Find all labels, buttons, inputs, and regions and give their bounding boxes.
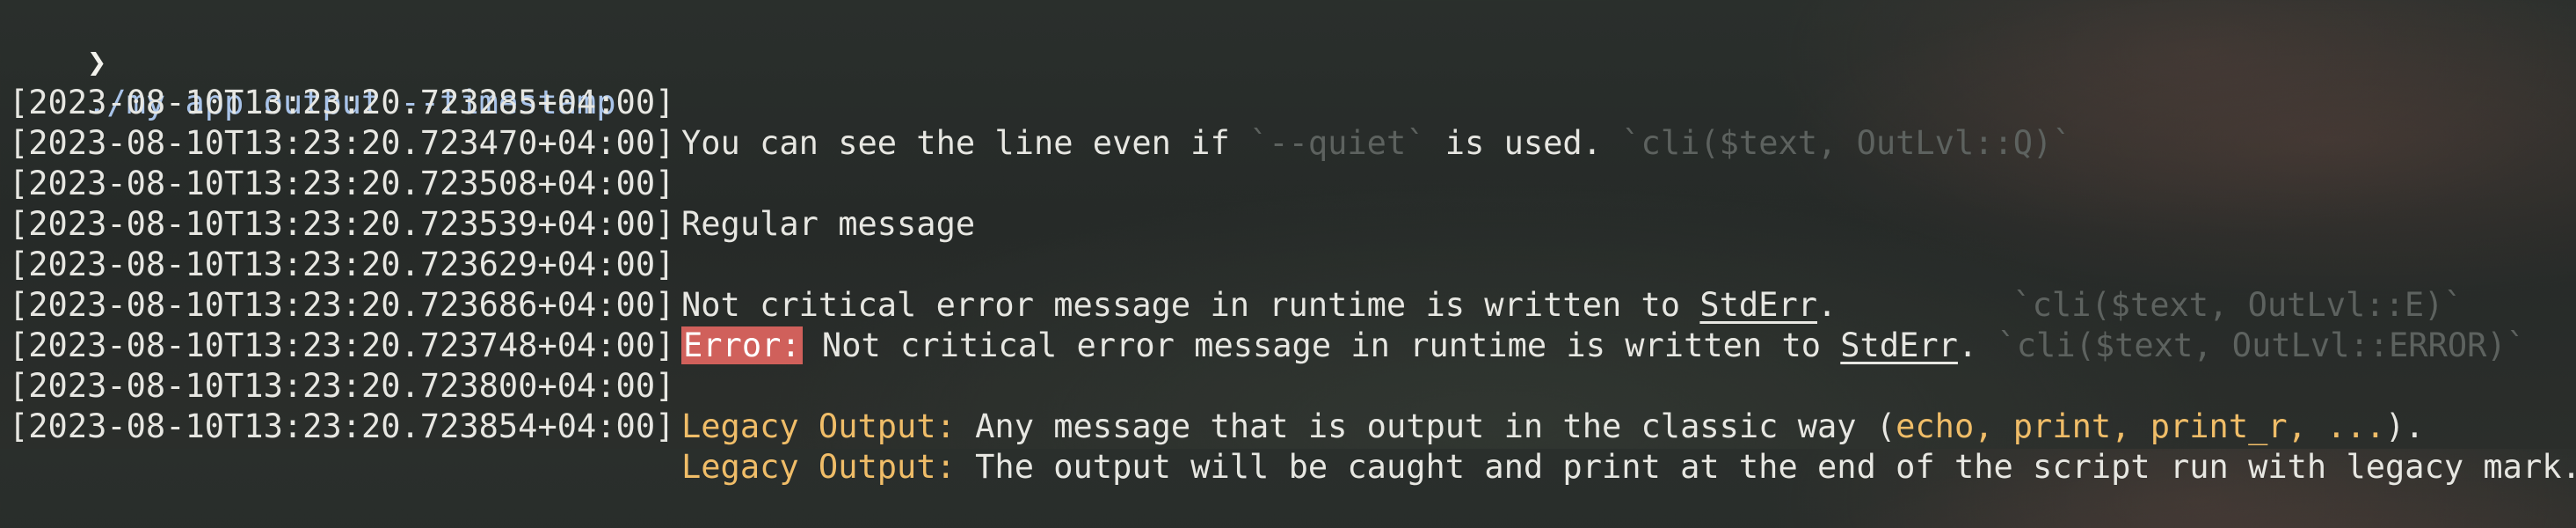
log-message: Error: Not critical error message in run… <box>681 326 2526 366</box>
stderr-link[interactable]: StdErr <box>1840 326 1958 364</box>
prompt-line: ❯ ./my-app output --timestamp <box>9 2 615 121</box>
log-timestamp: [2023-08-10T13:23:20.723800+04:00] <box>9 367 675 405</box>
code-snippet: `cli($text, OutLvl::Q)` <box>1621 124 2072 162</box>
log-timestamp: [2023-08-10T13:23:20.723508+04:00] <box>9 165 675 202</box>
log-line: [2023-08-10T13:23:20.723285+04:00] You c… <box>9 42 2072 162</box>
stderr-link[interactable]: StdErr <box>1699 286 1817 324</box>
code-snippet: `cli($text, OutLvl::ERROR)` <box>1997 326 2526 364</box>
log-timestamp: [2023-08-10T13:23:20.723629+04:00] <box>9 246 675 283</box>
log-message: You can see the line even if `--quiet` i… <box>681 123 2072 164</box>
log-text: ). <box>2385 407 2425 445</box>
log-timestamp: [2023-08-10T13:23:20.723854+04:00] <box>9 407 675 445</box>
log-line: [2023-08-10T13:23:20.723508+04:00] Regul… <box>9 123 975 243</box>
log-line: [2023-08-10T13:23:20.723748+04:00] <box>9 285 674 364</box>
log-line: [2023-08-10T13:23:20.723686+04:00] Error… <box>9 245 2526 364</box>
legacy-label: Legacy Output: <box>681 407 956 445</box>
log-timestamp: [2023-08-10T13:23:20.723686+04:00] <box>9 286 675 324</box>
log-message: Legacy Output: Any message that is outpu… <box>681 407 2425 447</box>
log-text: Any message that is output in the classi… <box>955 407 1896 445</box>
log-text: Not critical error message in runtime is… <box>681 286 1700 324</box>
log-text: The output will be caught and print at t… <box>955 448 2576 486</box>
log-message: Regular message <box>681 205 976 243</box>
function-list: echo, print, print_r, ... <box>1896 407 2386 445</box>
legacy-label: Legacy Output: <box>681 448 956 486</box>
log-line: [2023-08-10T13:23:20.723854+04:00] Legac… <box>9 366 2576 486</box>
log-message: Legacy Output: The output will be caught… <box>681 447 2576 488</box>
log-timestamp: [2023-08-10T13:23:20.723539+04:00] <box>9 205 675 243</box>
log-timestamp: [2023-08-10T13:23:20.723285+04:00] <box>9 84 675 121</box>
log-message: Not critical error message in runtime is… <box>681 285 2463 326</box>
prompt-chevron-icon: ❯ <box>87 43 107 81</box>
code-snippet: `cli($text, OutLvl::E)` <box>2012 286 2463 324</box>
log-text: . <box>1957 326 1997 364</box>
log-text: is used. <box>1425 124 1622 162</box>
error-badge: Error: <box>681 326 803 364</box>
terminal-window[interactable]: ❯ ./my-app output --timestamp [2023-08-1… <box>9 0 2576 486</box>
log-text: . <box>1817 286 1837 324</box>
log-line: [2023-08-10T13:23:20.723800+04:00] Legac… <box>9 326 2425 445</box>
log-timestamp: [2023-08-10T13:23:20.723470+04:00] <box>9 124 675 162</box>
log-line: [2023-08-10T13:23:20.723470+04:00] <box>9 83 674 162</box>
code-snippet: `--quiet` <box>1249 124 1426 162</box>
log-timestamp: [2023-08-10T13:23:20.723748+04:00] <box>9 326 675 364</box>
log-text: Not critical error message in runtime is… <box>802 326 1841 364</box>
log-line: [2023-08-10T13:23:20.723629+04:00] Not c… <box>9 204 2463 324</box>
log-line: [2023-08-10T13:23:20.723539+04:00] <box>9 164 674 243</box>
log-text: You can see the line even if <box>681 124 1250 162</box>
